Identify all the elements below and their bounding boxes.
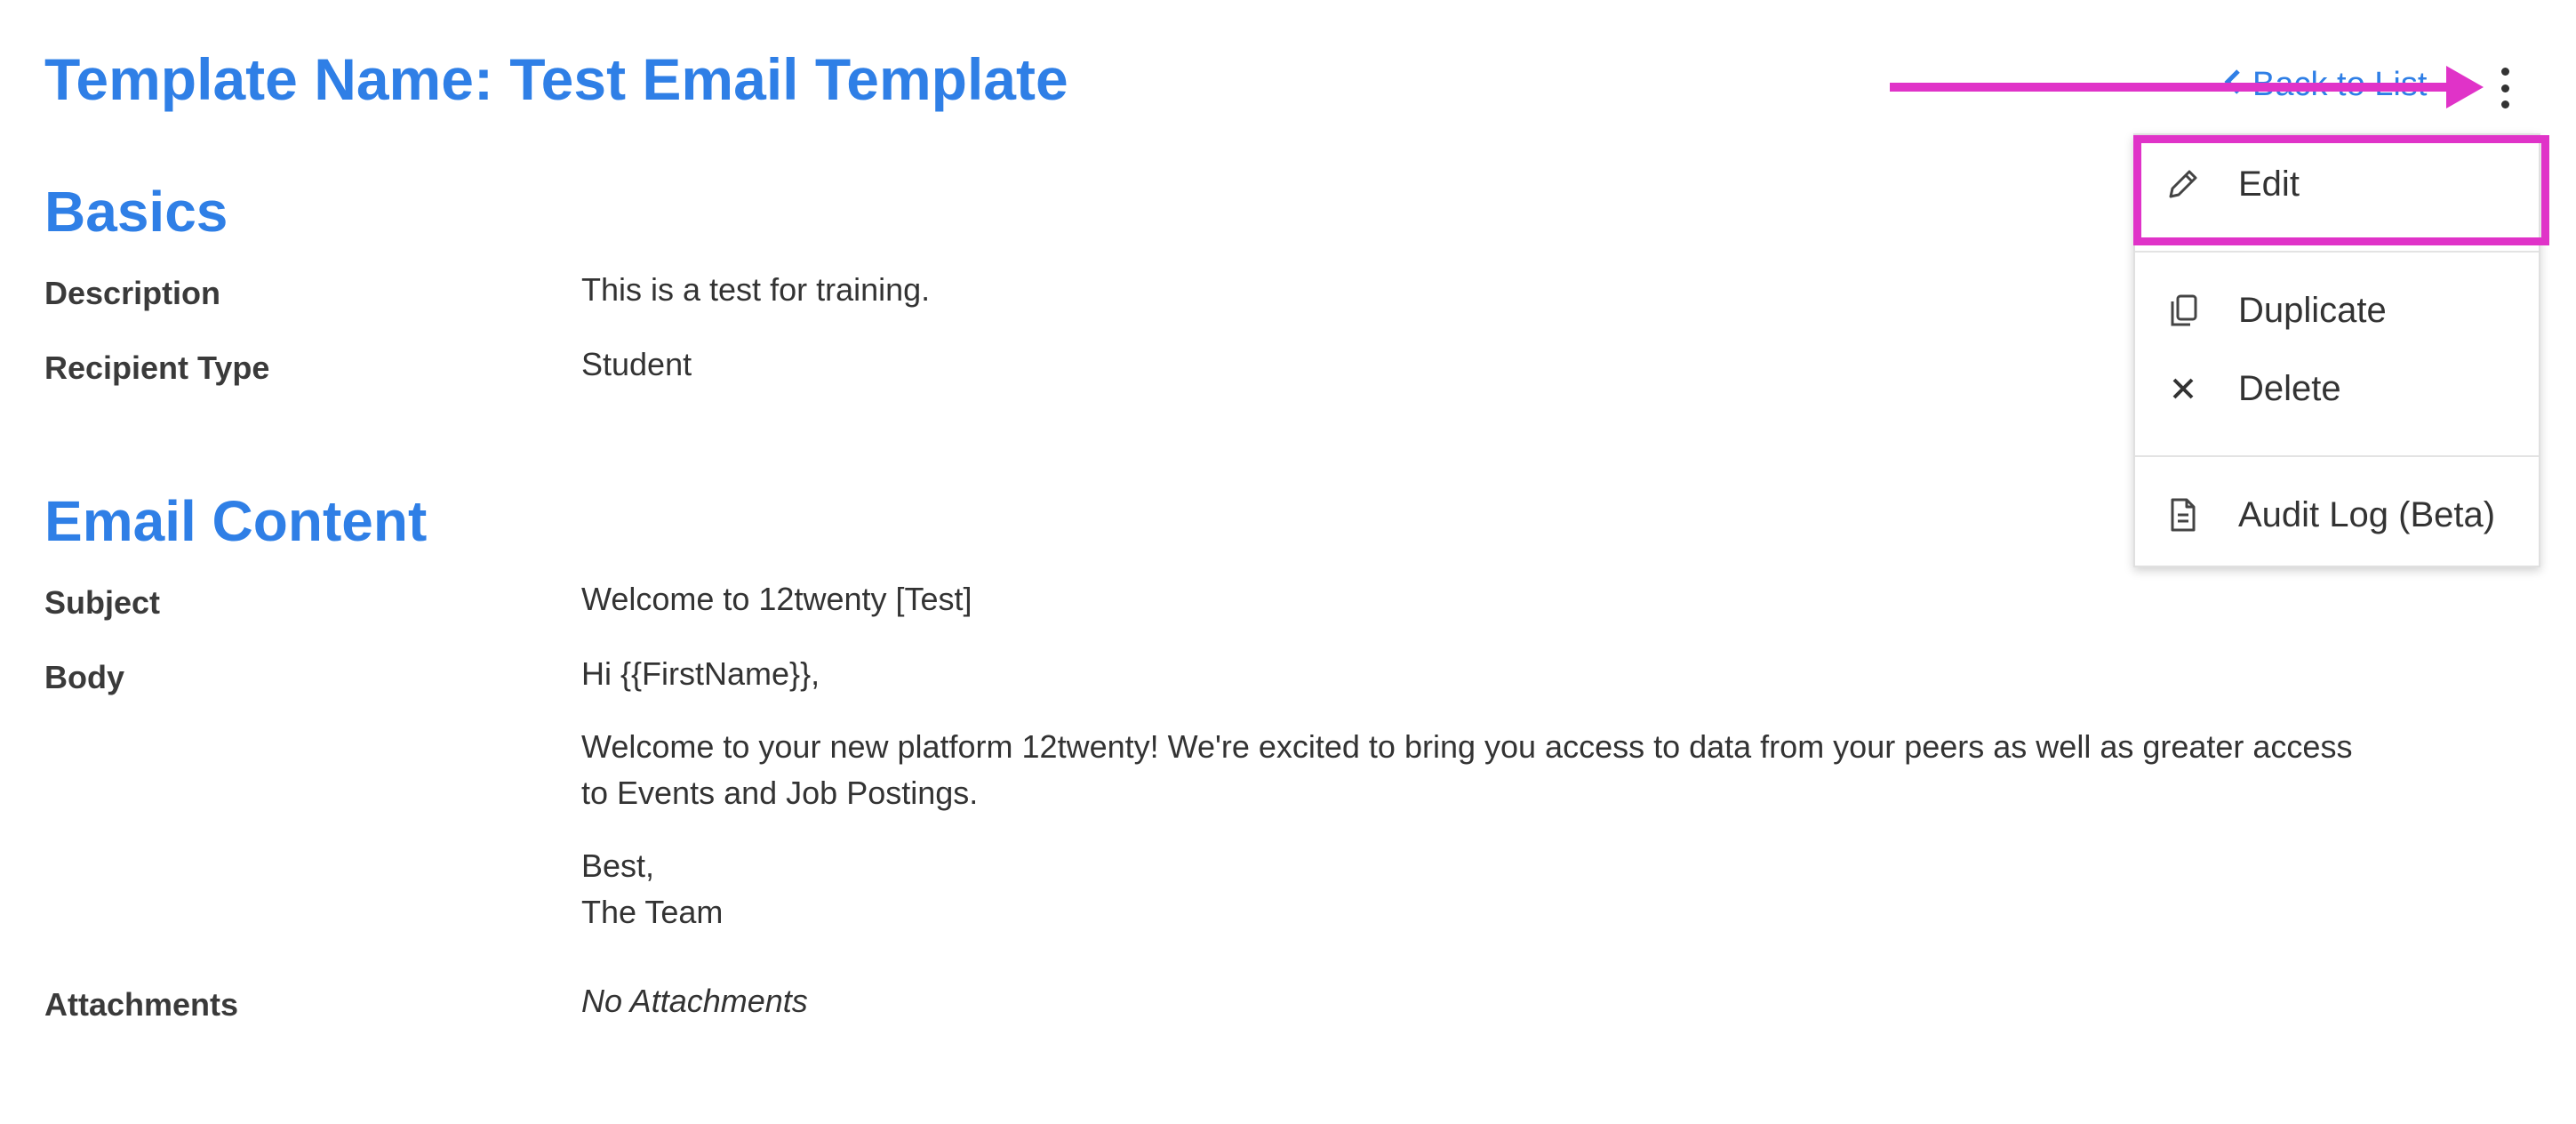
- menu-item-delete[interactable]: Delete: [2135, 357, 2539, 420]
- menu-item-audit-log-label: Audit Log (Beta): [2238, 494, 2496, 534]
- body-signature: The Team: [581, 894, 724, 930]
- menu-item-edit[interactable]: Edit: [2135, 153, 2539, 215]
- close-icon: [2162, 367, 2204, 410]
- menu-item-audit-log[interactable]: Audit Log (Beta): [2135, 484, 2539, 546]
- recipient-type-label: Recipient Type: [44, 349, 270, 386]
- attachments-label: Attachments: [44, 986, 239, 1023]
- page-title: Template Name: Test Email Template: [44, 46, 1068, 112]
- description-label: Description: [44, 275, 221, 311]
- annotation-arrow-shaft: [1890, 83, 2459, 92]
- duplicate-icon: [2162, 289, 2204, 332]
- subject-value: Welcome to 12twenty [Test]: [581, 581, 972, 617]
- body-paragraph-line1: Welcome to your new platform 12twenty! W…: [581, 728, 2353, 765]
- pencil-icon: [2162, 163, 2204, 205]
- body-value: Hi {{FirstName}}, Welcome to your new pl…: [581, 651, 2555, 935]
- description-value: This is a test for training.: [581, 271, 931, 308]
- body-signoff: Best,: [581, 847, 655, 884]
- subject-label: Subject: [44, 584, 161, 621]
- recipient-type-value: Student: [581, 346, 692, 382]
- menu-divider: [2135, 455, 2539, 457]
- document-icon: [2162, 494, 2204, 536]
- menu-item-duplicate[interactable]: Duplicate: [2135, 279, 2539, 341]
- menu-divider: [2135, 251, 2539, 253]
- actions-dropdown-menu: Edit Duplicate Delete Audit Log (Beta): [2133, 133, 2540, 567]
- attachments-value: No Attachments: [581, 983, 808, 1019]
- menu-item-duplicate-label: Duplicate: [2238, 290, 2387, 330]
- menu-item-delete-label: Delete: [2238, 368, 2341, 408]
- menu-item-edit-label: Edit: [2238, 164, 2300, 204]
- email-content-heading: Email Content: [44, 489, 428, 553]
- more-actions-kebab-icon[interactable]: [2489, 64, 2521, 112]
- basics-heading: Basics: [44, 180, 228, 244]
- body-greeting: Hi {{FirstName}},: [581, 655, 820, 692]
- body-paragraph-line2: to Events and Job Postings.: [581, 775, 979, 811]
- body-label: Body: [44, 659, 124, 695]
- annotation-arrow-head: [2446, 66, 2484, 108]
